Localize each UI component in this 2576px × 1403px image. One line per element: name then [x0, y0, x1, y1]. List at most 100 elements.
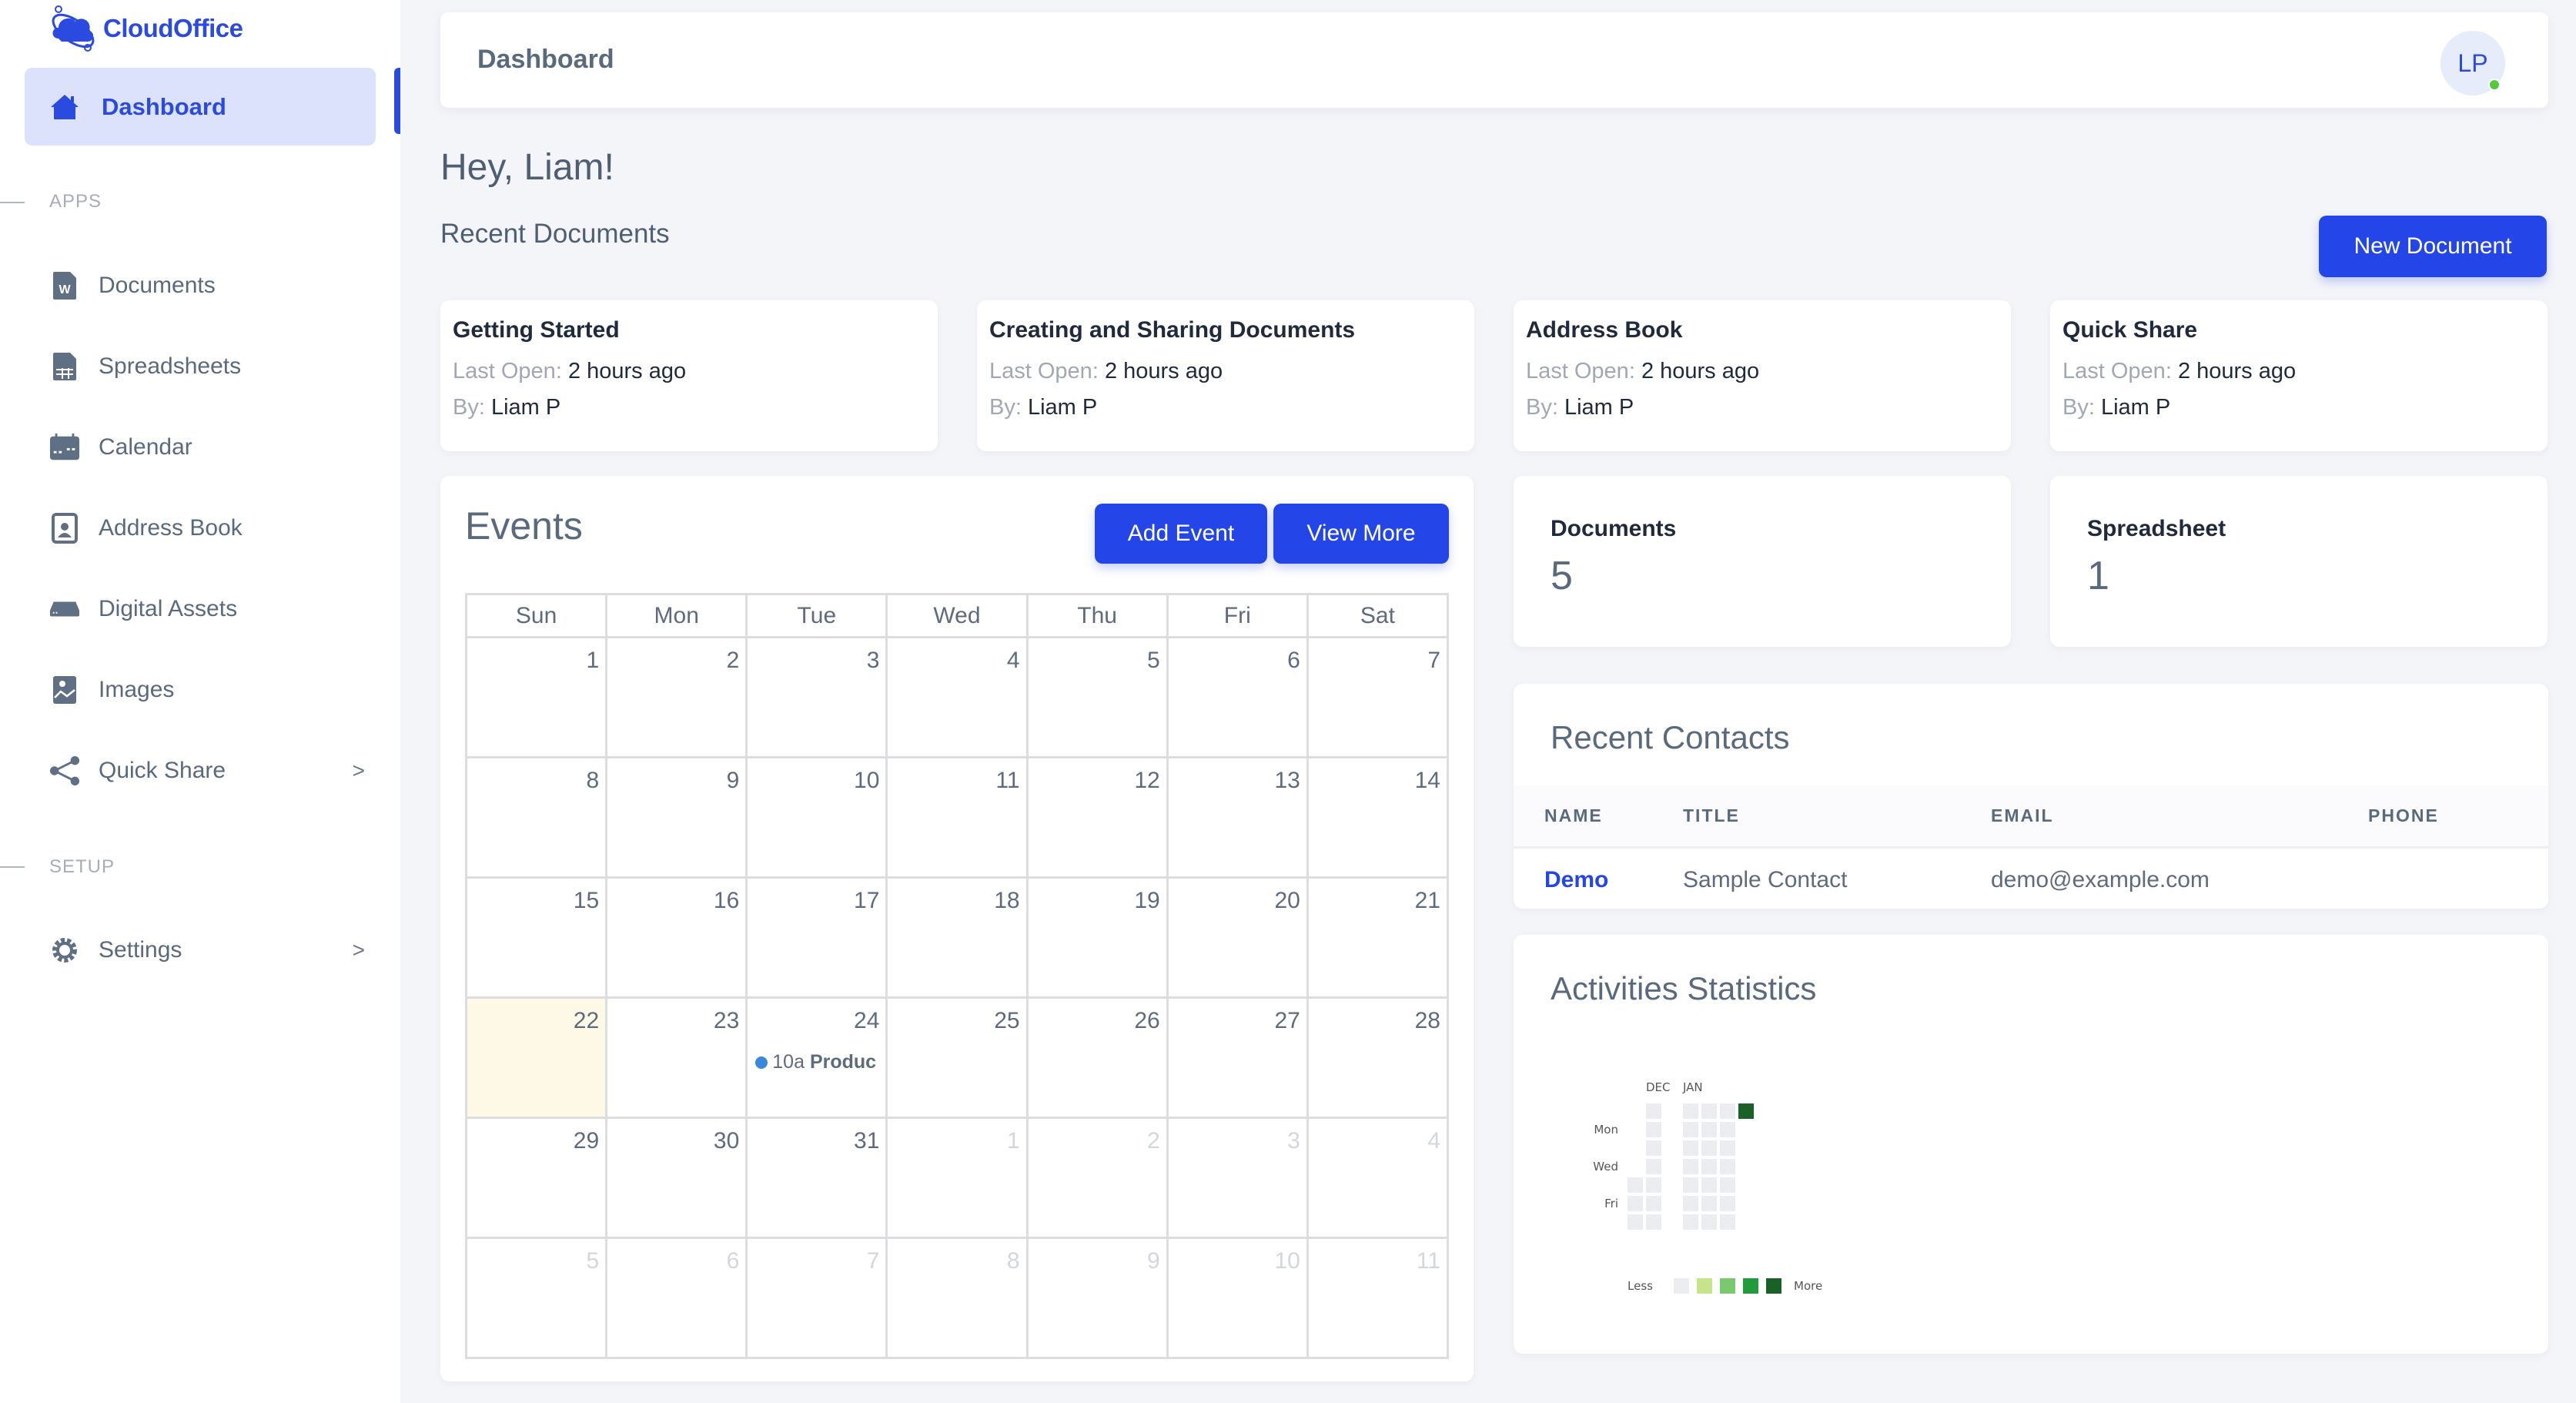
calendar-day[interactable]: 16 [605, 876, 748, 999]
event-dot-icon [755, 1056, 768, 1070]
calendar-day[interactable]: 7 [745, 1237, 888, 1359]
table-row[interactable]: Demo Sample Contact demo@example.com [1514, 847, 2548, 909]
calendar-day[interactable]: 12 [1025, 756, 1169, 879]
calendar-day[interactable]: 2 [605, 636, 748, 758]
calendar-day[interactable]: 6 [1166, 636, 1309, 758]
calendar-day[interactable]: 4 [885, 636, 1029, 758]
sidebar-item-dashboard[interactable]: Dashboard [25, 68, 376, 146]
calendar-day[interactable]: 20 [1166, 876, 1309, 999]
heatmap-cell[interactable] [1683, 1196, 1698, 1211]
heatmap-cell[interactable] [1646, 1159, 1661, 1174]
calendar-day[interactable]: 17 [745, 876, 888, 999]
sidebar-item-spreadsheets[interactable]: Spreadsheets [49, 343, 365, 390]
calendar-day[interactable]: 4 [1306, 1117, 1450, 1239]
heatmap-cell[interactable] [1720, 1214, 1735, 1230]
calendar-event[interactable]: 10a Produc [755, 1051, 886, 1073]
sidebar-item-quick-share[interactable]: Quick Share > [49, 748, 365, 794]
avatar[interactable]: LP [2441, 31, 2505, 95]
calendar-day[interactable]: 13 [1166, 756, 1309, 879]
heatmap-cell[interactable] [1720, 1103, 1735, 1119]
calendar-day[interactable]: 23 [605, 996, 748, 1119]
heatmap-cell[interactable] [1646, 1196, 1661, 1211]
heatmap-cell[interactable] [1720, 1159, 1735, 1174]
heatmap-cell[interactable] [1683, 1103, 1698, 1119]
calendar-day[interactable]: 28 [1306, 996, 1450, 1119]
heatmap-cell[interactable] [1628, 1177, 1643, 1193]
calendar-day[interactable]: 29 [464, 1117, 608, 1239]
add-event-button[interactable]: Add Event [1095, 504, 1267, 564]
document-card[interactable]: Quick Share Last Open: 2 hours ago By: L… [2050, 300, 2548, 451]
calendar-day[interactable]: 14 [1306, 756, 1450, 879]
heatmap-cell[interactable] [1683, 1159, 1698, 1174]
calendar-day[interactable]: 1 [464, 636, 608, 758]
document-card[interactable]: Creating and Sharing Documents Last Open… [977, 300, 1474, 451]
heatmap-cell[interactable] [1683, 1140, 1698, 1156]
heatmap-cell[interactable] [1701, 1140, 1717, 1156]
calendar-day[interactable]: 15 [464, 876, 608, 999]
heatmap-cell[interactable] [1701, 1159, 1717, 1174]
calendar-day[interactable]: 19 [1025, 876, 1169, 999]
contact-name-link[interactable]: Demo [1514, 847, 1683, 909]
sidebar-item-address-book[interactable]: Address Book [49, 505, 365, 551]
heatmap-cell[interactable] [1628, 1214, 1643, 1230]
heatmap-cell[interactable] [1683, 1177, 1698, 1193]
heatmap-cell[interactable] [1720, 1140, 1735, 1156]
calendar-day[interactable]: 6 [605, 1237, 748, 1359]
calendar-day[interactable]: 3 [1166, 1117, 1309, 1239]
calendar-day[interactable]: 10 [1166, 1237, 1309, 1359]
sidebar-item-documents[interactable]: W Documents [49, 263, 365, 309]
calendar-day[interactable]: 7 [1306, 636, 1450, 758]
heatmap-cell[interactable] [1701, 1196, 1717, 1211]
heatmap-cell[interactable] [1646, 1122, 1661, 1137]
calendar-day[interactable]: 18 [885, 876, 1029, 999]
heatmap-cell[interactable] [1646, 1103, 1661, 1119]
calendar-day[interactable]: 9 [605, 756, 748, 879]
day-number: 10 [854, 768, 880, 793]
heatmap-cell[interactable] [1738, 1103, 1754, 1119]
calendar-day[interactable]: 1 [885, 1117, 1029, 1239]
heatmap-cell[interactable] [1646, 1214, 1661, 1230]
heatmap-cell[interactable] [1720, 1177, 1735, 1193]
document-card[interactable]: Getting Started Last Open: 2 hours ago B… [440, 300, 938, 451]
calendar-day[interactable]: 5 [464, 1237, 608, 1359]
calendar-day[interactable]: 31 [745, 1117, 888, 1239]
heatmap-cell[interactable] [1628, 1196, 1643, 1211]
calendar-day[interactable]: 5 [1025, 636, 1169, 758]
calendar-day[interactable]: 11 [885, 756, 1029, 879]
new-document-button[interactable]: New Document [2319, 216, 2547, 277]
calendar-day[interactable]: 3 [745, 636, 888, 758]
calendar-day[interactable]: 11 [1306, 1237, 1450, 1359]
calendar-day[interactable]: 10 [745, 756, 888, 879]
calendar-day-today[interactable]: 22 [464, 996, 608, 1119]
heatmap-cell[interactable] [1701, 1177, 1717, 1193]
calendar-day[interactable]: 8 [885, 1237, 1029, 1359]
calendar-day[interactable]: 24 10a Produc [745, 996, 888, 1119]
heatmap-cell[interactable] [1720, 1196, 1735, 1211]
calendar-day[interactable]: 30 [605, 1117, 748, 1239]
heatmap-cell[interactable] [1701, 1103, 1717, 1119]
sidebar-item-images[interactable]: Images [49, 667, 365, 713]
heatmap-cell[interactable] [1683, 1122, 1698, 1137]
calendar-day[interactable]: 2 [1025, 1117, 1169, 1239]
sidebar-item-label: Digital Assets [99, 596, 238, 621]
calendar-day[interactable]: 9 [1025, 1237, 1169, 1359]
stat-card-documents[interactable]: Documents 5 [1514, 476, 2011, 647]
calendar-day[interactable]: 27 [1166, 996, 1309, 1119]
calendar-day[interactable]: 8 [464, 756, 608, 879]
calendar-day[interactable]: 21 [1306, 876, 1450, 999]
stat-card-spreadsheet[interactable]: Spreadsheet 1 [2050, 476, 2548, 647]
heatmap-cell[interactable] [1720, 1122, 1735, 1137]
view-more-button[interactable]: View More [1273, 504, 1449, 564]
sidebar-item-digital-assets[interactable]: Digital Assets [49, 586, 365, 632]
document-card[interactable]: Address Book Last Open: 2 hours ago By: … [1514, 300, 2011, 451]
logo[interactable]: CloudOffice [48, 5, 243, 52]
calendar-day[interactable]: 25 [885, 996, 1029, 1119]
sidebar-item-calendar[interactable]: Calendar [49, 424, 365, 470]
sidebar-item-settings[interactable]: Settings > [49, 927, 365, 973]
heatmap-cell[interactable] [1701, 1122, 1717, 1137]
heatmap-cell[interactable] [1683, 1214, 1698, 1230]
heatmap-cell[interactable] [1646, 1140, 1661, 1156]
heatmap-cell[interactable] [1646, 1177, 1661, 1193]
heatmap-cell[interactable] [1701, 1214, 1717, 1230]
calendar-day[interactable]: 26 [1025, 996, 1169, 1119]
